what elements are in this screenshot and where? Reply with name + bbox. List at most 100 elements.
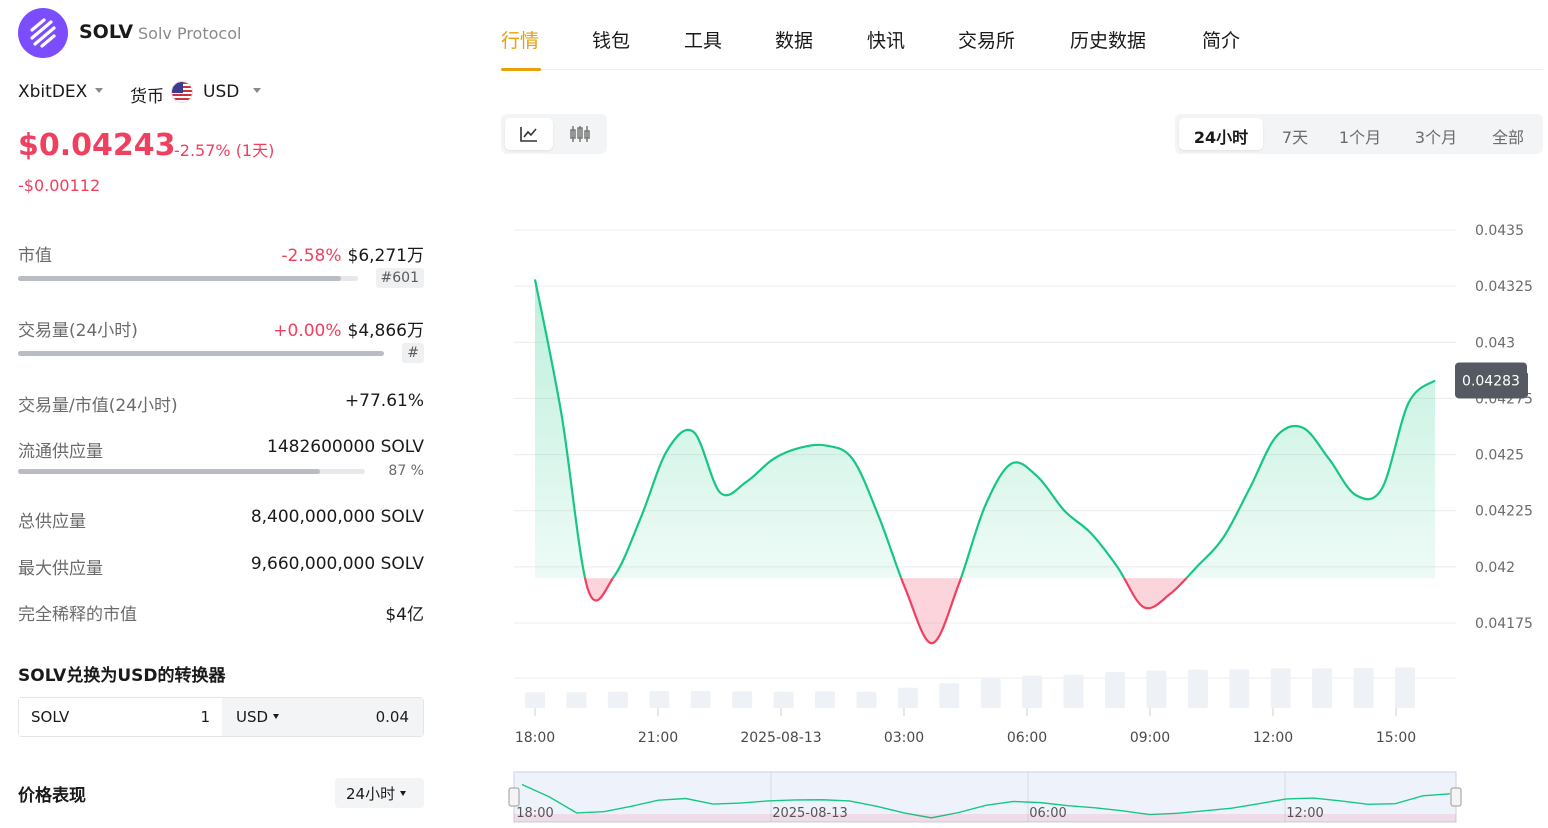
market-cap-bar	[18, 276, 358, 281]
tab-history[interactable]: 历史数据	[1070, 26, 1146, 53]
volume-bar	[980, 678, 1001, 708]
fdv-label: 完全稀释的市值	[18, 605, 137, 625]
time-range-selector: 24小时 7天 1个月 3个月 全部	[1175, 114, 1543, 154]
price-change-pct: -2.57% (1天)	[174, 141, 275, 160]
total-supply-label: 总供应量	[18, 512, 86, 532]
current-price: $0.04243	[18, 128, 176, 163]
total-supply-value: 8,400,000,000 SOLV	[250, 507, 424, 527]
tab-wallet[interactable]: 钱包	[592, 26, 630, 53]
candlestick-button[interactable]	[555, 118, 603, 150]
volume-bar	[732, 691, 753, 708]
converter-currency-select[interactable]: USD	[236, 708, 280, 726]
volume-bar	[1312, 668, 1333, 708]
chart-type-toggle	[501, 114, 607, 154]
range-1m[interactable]: 1个月	[1327, 118, 1393, 150]
price-chart[interactable]: 0.04350.043250.0430.042750.04250.042250.…	[500, 190, 1548, 826]
navigator-handle-left[interactable]	[508, 787, 520, 807]
y-tick-label: 0.04175	[1475, 616, 1533, 632]
converter-to: USD 0.04	[222, 698, 423, 736]
solv-logo-icon	[18, 8, 68, 58]
y-tick-label: 0.0435	[1475, 223, 1524, 239]
volume-bar	[815, 691, 835, 708]
range-24h[interactable]: 24小时	[1179, 118, 1263, 150]
line-chart-button[interactable]	[505, 118, 553, 150]
circulating-supply-pct: 87 %	[388, 463, 424, 479]
converter-to-amount: 0.04	[375, 708, 409, 726]
max-supply-label: 最大供应量	[18, 559, 103, 579]
circulating-supply-bar	[18, 469, 365, 474]
price-area-fill-up	[535, 279, 1435, 579]
tab-exchanges[interactable]: 交易所	[958, 26, 1015, 53]
y-tick-label: 0.04325	[1475, 279, 1533, 295]
range-7d[interactable]: 7天	[1267, 118, 1323, 150]
volume-bar	[1395, 667, 1415, 708]
performance-period-select[interactable]: 24小时	[335, 778, 424, 808]
tab-data[interactable]: 数据	[775, 26, 813, 53]
vol-mcap-value: +77.61%	[344, 391, 424, 411]
x-axis-ticks: 18:00 21:00 2025-08-13 03:00 06:00 09:00 12:00…	[515, 708, 1416, 746]
volume-bar	[856, 691, 877, 708]
candlestick-icon	[570, 126, 590, 142]
volume-bar	[1353, 667, 1374, 708]
volume-bar	[773, 691, 794, 708]
market-cap-value: $6,271万	[347, 246, 424, 266]
chevron-down-icon	[400, 790, 407, 796]
market-cap-label: 市值	[18, 246, 52, 266]
volume-bar	[1146, 670, 1167, 708]
y-tick-label: 0.042	[1475, 560, 1515, 576]
coin-name: Solv Protocol	[138, 24, 242, 43]
volume-bar	[1270, 668, 1291, 708]
x-tick-label: 12:00	[1253, 730, 1293, 746]
performance-period: 24小时	[346, 785, 396, 803]
tab-about[interactable]: 简介	[1202, 26, 1240, 53]
converter-from[interactable]: SOLV 1	[19, 698, 222, 736]
currency-label: 货币	[130, 87, 164, 107]
navigator-handle-right[interactable]	[1450, 787, 1462, 807]
active-tab-indicator	[501, 68, 541, 71]
market-cap-rank: #601	[375, 268, 424, 288]
volume-bar	[1022, 675, 1043, 708]
tab-news[interactable]: 快讯	[867, 26, 905, 53]
volume-bar	[566, 692, 587, 708]
line-chart-icon	[520, 127, 537, 142]
volume-bar	[690, 690, 711, 708]
x-tick-label: 09:00	[1130, 730, 1170, 746]
x-tick-label: 2025-08-13	[740, 730, 821, 746]
range-all[interactable]: 全部	[1477, 118, 1539, 150]
market-cap-bar-fill	[18, 276, 341, 281]
converter-title: SOLV兑换为USD的转换器	[18, 666, 226, 686]
tab-tools[interactable]: 工具	[684, 26, 722, 53]
y-tick-label: 0.0425	[1475, 448, 1524, 464]
range-navigator[interactable]: 18:00 2025-08-13 06:00 12:00	[508, 771, 1462, 823]
currency-selector[interactable]: USD	[203, 82, 262, 102]
x-tick-label: 03:00	[884, 730, 924, 746]
volume-bar	[525, 692, 545, 708]
volume-bar	[649, 690, 670, 708]
volume-bar-fill	[18, 351, 384, 356]
current-price-marker: 0.04283	[1455, 362, 1528, 399]
circulating-supply-bar-fill	[18, 469, 320, 474]
range-3m[interactable]: 3个月	[1399, 118, 1473, 150]
circulating-supply-value: 1482600000 SOLV	[267, 437, 424, 457]
exchange-label: XbitDEX	[18, 82, 88, 102]
currency-value: USD	[203, 82, 240, 102]
navigator-tick-label: 18:00	[516, 806, 553, 821]
market-cap-change: -2.58%	[281, 246, 342, 266]
converter-from-amount[interactable]: 1	[200, 708, 210, 726]
converter-from-symbol: SOLV	[31, 708, 70, 726]
volume-bars	[525, 667, 1415, 708]
volume-value: $4,866万	[347, 321, 424, 341]
market-cap-value-row: -2.58% $6,271万	[281, 241, 424, 266]
volume-value-row: +0.00% $4,866万	[273, 316, 424, 341]
volume-bar	[1187, 669, 1208, 708]
volume-bar	[18, 351, 384, 356]
tab-market[interactable]: 行情	[501, 26, 539, 53]
chevron-down-icon	[253, 88, 262, 93]
exchange-selector[interactable]: XbitDEX	[18, 82, 104, 102]
converter-to-currency: USD	[236, 708, 269, 726]
coin-info-panel: SOLV Solv Protocol XbitDEX 货币 USD $0.042…	[0, 0, 440, 828]
us-flag-icon[interactable]	[171, 81, 193, 103]
navigator-tick-label: 2025-08-13	[772, 806, 848, 821]
x-tick-label: 18:00	[515, 730, 555, 746]
volume-change: +0.00%	[273, 321, 342, 341]
